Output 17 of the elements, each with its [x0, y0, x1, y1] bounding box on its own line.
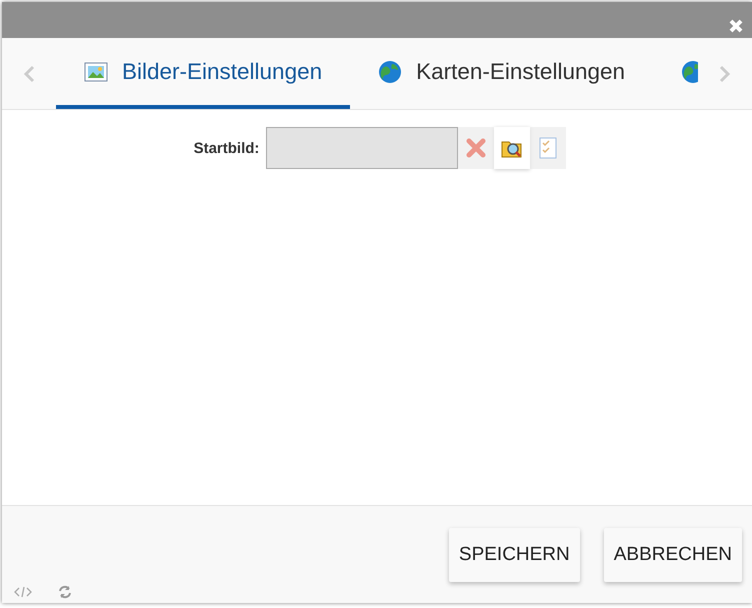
code-icon[interactable]: [14, 586, 32, 598]
refresh-icon[interactable]: [58, 585, 72, 599]
tab[interactable]: Bilder-Einstellungen: [56, 38, 350, 109]
globe-icon: [378, 60, 402, 84]
browse-button[interactable]: [494, 127, 530, 169]
input-field[interactable]: [266, 127, 458, 169]
save-button[interactable]: SPEICHERN: [448, 528, 580, 582]
chevron-right-icon[interactable]: [719, 64, 731, 82]
checklist-icon: [539, 137, 558, 159]
delete-icon: [465, 137, 488, 159]
globe-icon: [681, 60, 698, 84]
cancel-button[interactable]: ABBRECHEN: [604, 528, 742, 582]
tab[interactable]: Karten-Einstellungen: [350, 38, 654, 109]
close-icon[interactable]: [728, 18, 744, 34]
picture-icon: [84, 62, 108, 82]
field-label: Startbild:: [194, 140, 260, 156]
chevron-left-icon[interactable]: [23, 64, 35, 82]
